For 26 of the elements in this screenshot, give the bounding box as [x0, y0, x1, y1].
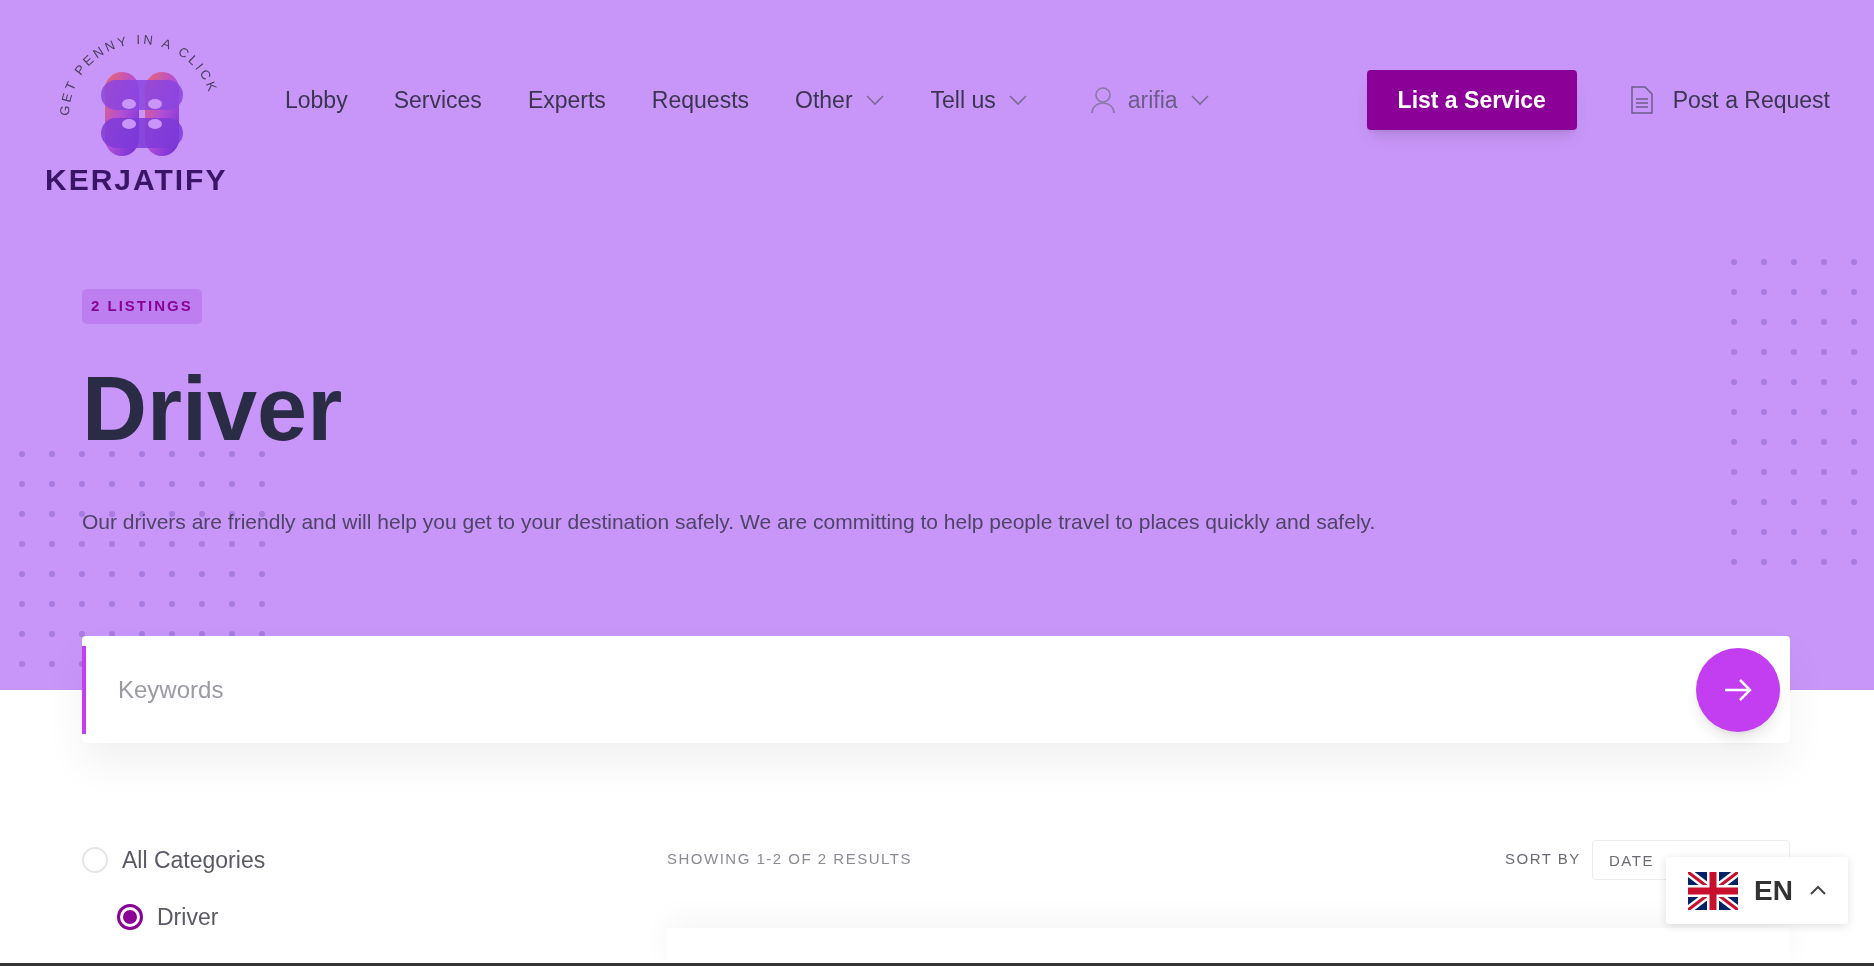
user-icon [1089, 86, 1116, 114]
uk-flag-icon [1688, 871, 1738, 910]
user-menu[interactable]: arifia [1089, 82, 1210, 118]
nav-link[interactable]: Tell us [930, 82, 1028, 118]
post-request-link[interactable]: Post a Request [1630, 82, 1830, 118]
search-input[interactable]: Keywords [82, 645, 1662, 734]
nav-link[interactable]: Requests [651, 82, 750, 118]
chevron-up-icon [1808, 885, 1827, 896]
search-field[interactable]: Keywords [82, 636, 1790, 743]
chevron-down-icon [1189, 94, 1210, 106]
document-icon [1630, 86, 1653, 114]
nav-link[interactable]: Services [393, 82, 482, 118]
radio-button[interactable] [117, 903, 143, 930]
arrow-right-icon [1723, 678, 1753, 702]
listing-count-badge: 2 LISTINGS [82, 289, 202, 324]
page-title: Driver [82, 363, 344, 454]
page-description: Our drivers are friendly and will help you get to your destination safely. We are committing to help people travel to places quickly and safely. [82, 508, 1377, 535]
results-summary: SHOWING 1-2 OF 2 RESULTS [667, 849, 912, 869]
nav-link[interactable]: Experts [527, 82, 606, 118]
nav-link[interactable]: Lobby [285, 82, 348, 118]
list-service-button[interactable]: List a Service [1366, 70, 1577, 130]
category-label[interactable]: All Categories [122, 843, 266, 878]
sort-label: SORT BY [1505, 849, 1581, 869]
language-menu[interactable]: EN [1666, 857, 1848, 924]
category-label[interactable]: Driver [157, 899, 219, 934]
nav-link[interactable]: Other [795, 82, 885, 118]
